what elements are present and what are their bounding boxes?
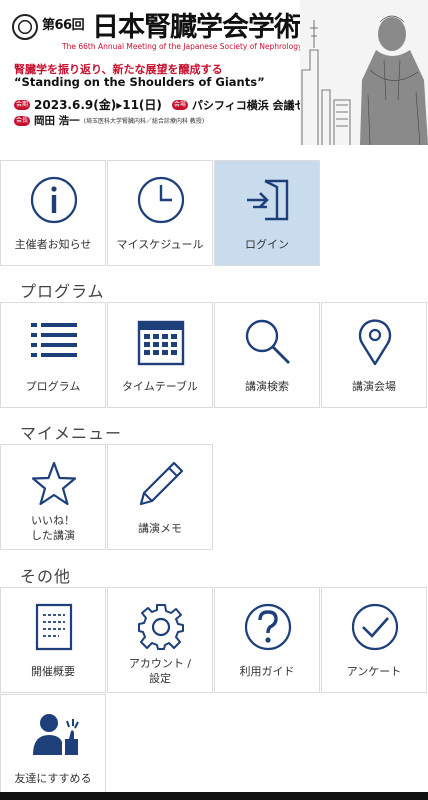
tile-label: いいね！した講演 (31, 514, 75, 542)
banner-chair-row: 会長 岡田 浩一 (埼玉医科大学腎臓内科／総合診療内科 教授) (14, 113, 204, 128)
tile-label: ログイン (245, 238, 289, 251)
tile-survey[interactable]: アンケート (321, 587, 427, 693)
tile-timetable[interactable]: タイムテーブル (107, 302, 213, 408)
tile-label: アンケート (346, 665, 402, 678)
banner-date: 2023.6.9(金)▸11(日) (34, 98, 162, 112)
venue-tag: 会場 (171, 99, 188, 110)
search-icon (245, 319, 290, 364)
pencil-icon (139, 461, 184, 506)
tile-liked-lectures[interactable]: いいね！した講演 (0, 444, 106, 550)
document-icon (35, 603, 73, 651)
tile-lecture-memo[interactable]: 講演メモ (107, 444, 213, 550)
section-title-mymenu: マイメニュー (20, 424, 123, 443)
tile-account-settings[interactable]: アカウント / 設定 (107, 587, 213, 693)
tile-label: 講演メモ (138, 522, 182, 535)
tile-label: タイムテーブル (121, 380, 199, 393)
banner-subtitle: The 66th Annual Meeting of the Japanese … (62, 42, 303, 51)
tile-recommend-friends[interactable]: 友達にすすめる (0, 694, 106, 800)
check-circle-icon (351, 603, 399, 651)
banner-theme-en: “Standing on the Shoulders of Giants” (14, 75, 265, 89)
tile-label: 主催者お知らせ (14, 238, 92, 251)
tile-my-schedule[interactable]: マイスケジュール (107, 160, 213, 266)
bottom-bar (0, 792, 428, 800)
banner-date-row: 会期 2023.6.9(金)▸11(日) 会場 パシフィコ横浜 会議センター (14, 96, 339, 113)
recommend-icon (33, 714, 79, 755)
tile-usage-guide[interactable]: 利用ガイド (214, 587, 320, 693)
tile-organizer-notice[interactable]: 主催者お知らせ (0, 160, 106, 266)
tile-login[interactable]: ログイン (214, 160, 320, 266)
tile-label: プログラム (25, 380, 81, 393)
society-logo (12, 14, 38, 40)
tile-lecture-venue[interactable]: 講演会場 (321, 302, 427, 408)
list-icon (31, 323, 77, 357)
banner-chair: 岡田 浩一 (34, 115, 80, 127)
event-banner: 第66回 日本腎臓学会学術総会 The 66th Annual Meeting … (0, 0, 428, 145)
date-tag: 会期 (14, 99, 31, 110)
banner-edition: 第66回 (42, 18, 85, 33)
section-title-other: その他 (20, 567, 72, 586)
section-title-program: プログラム (20, 282, 105, 301)
star-icon (31, 461, 77, 506)
tile-label: 講演会場 (352, 380, 396, 393)
tile-event-overview[interactable]: 開催概要 (0, 587, 106, 693)
tile-label: 開催概要 (31, 665, 75, 678)
info-icon (30, 176, 78, 224)
tile-label: アカウント / 設定 (128, 657, 192, 685)
login-icon (247, 179, 289, 221)
location-pin-icon (358, 319, 392, 366)
chair-tag: 会長 (14, 115, 31, 126)
banner-chair-affiliation: (埼玉医科大学腎臓内科／総合診療内科 教授) (83, 118, 205, 125)
tile-program[interactable]: プログラム (0, 302, 106, 408)
gear-icon (138, 604, 184, 650)
banner-illustration (300, 0, 428, 145)
clock-icon (137, 176, 185, 224)
tile-label: マイスケジュール (116, 238, 204, 251)
help-icon (244, 603, 292, 651)
tile-label: 講演検索 (245, 380, 289, 393)
calendar-icon (137, 320, 185, 366)
tile-label: 利用ガイド (239, 665, 295, 678)
tile-lecture-search[interactable]: 講演検索 (214, 302, 320, 408)
tile-label: 友達にすすめる (14, 772, 92, 785)
